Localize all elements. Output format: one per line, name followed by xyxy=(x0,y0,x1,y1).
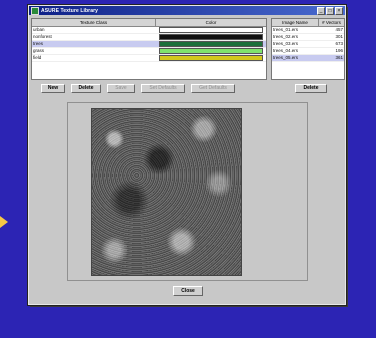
vector-count: 301 xyxy=(335,34,343,39)
image-name: trees_02.ers xyxy=(273,34,299,39)
vector-count: 457 xyxy=(335,27,343,32)
vectors-header[interactable]: # Vectors xyxy=(319,19,344,26)
image-name: trees_03.ers xyxy=(273,41,299,46)
texture-library-window: ASURE Texture Library _ □ × Texture Clas… xyxy=(28,5,346,305)
get-defaults-button[interactable]: Get Defaults xyxy=(191,84,235,93)
set-defaults-button[interactable]: Set Defaults xyxy=(141,84,185,93)
texture-row[interactable]: nonforest xyxy=(32,34,266,41)
image-row[interactable]: trees_01.ers 457 xyxy=(272,27,344,34)
texture-class-name: urban xyxy=(33,27,45,32)
new-button[interactable]: New xyxy=(41,84,65,93)
texture-color-cell[interactable] xyxy=(155,27,266,33)
minimize-button[interactable]: _ xyxy=(317,7,325,15)
save-button[interactable]: Save xyxy=(107,84,135,93)
maximize-button[interactable]: □ xyxy=(326,7,334,15)
texture-class-name: field xyxy=(33,55,42,60)
image-name-header[interactable]: Image Name xyxy=(272,19,319,26)
texture-preview-image xyxy=(91,108,242,276)
color-swatch xyxy=(159,34,263,40)
close-button[interactable]: Close xyxy=(173,286,203,296)
texture-color-cell[interactable] xyxy=(155,41,266,47)
app-icon xyxy=(31,6,39,15)
texture-class-name: nonforest xyxy=(33,34,52,39)
color-swatch xyxy=(159,41,263,47)
color-swatch xyxy=(159,48,263,54)
vector-count: 673 xyxy=(335,41,343,46)
color-swatch xyxy=(159,55,263,61)
image-name: trees_04.ers xyxy=(273,48,299,53)
texture-class-table: Texture Class Color urban nonforest trees g… xyxy=(31,18,267,80)
play-arrow-icon xyxy=(0,216,8,228)
texture-color-cell[interactable] xyxy=(155,55,266,61)
texture-color-cell[interactable] xyxy=(155,48,266,54)
color-header[interactable]: Color xyxy=(156,19,266,26)
texture-class-header[interactable]: Texture Class xyxy=(32,19,156,26)
vector-count: 361 xyxy=(335,55,343,60)
texture-row[interactable]: grass xyxy=(32,48,266,55)
image-name: trees_01.ers xyxy=(273,27,299,32)
title-bar[interactable]: ASURE Texture Library _ □ × xyxy=(29,6,345,15)
image-table: Image Name # Vectors trees_01.ers 457 tree… xyxy=(271,18,345,80)
window-title: ASURE Texture Library xyxy=(41,7,99,14)
image-name: trees_05.ers xyxy=(273,55,299,60)
texture-row[interactable]: trees xyxy=(32,41,266,48)
texture-row[interactable]: field xyxy=(32,55,266,62)
texture-class-name: trees xyxy=(33,41,44,46)
delete-texture-button[interactable]: Delete xyxy=(71,84,101,93)
image-row[interactable]: trees_04.ers 196 xyxy=(272,48,344,55)
texture-class-name: grass xyxy=(33,48,45,53)
texture-color-cell[interactable] xyxy=(155,34,266,40)
color-swatch xyxy=(159,27,263,33)
close-window-button[interactable]: × xyxy=(335,7,343,15)
vector-count: 196 xyxy=(335,48,343,53)
image-row[interactable]: trees_05.ers 361 xyxy=(272,55,344,62)
texture-row[interactable]: urban xyxy=(32,27,266,34)
image-row[interactable]: trees_03.ers 673 xyxy=(272,41,344,48)
delete-image-button[interactable]: Delete xyxy=(295,84,327,93)
image-row[interactable]: trees_02.ers 301 xyxy=(272,34,344,41)
